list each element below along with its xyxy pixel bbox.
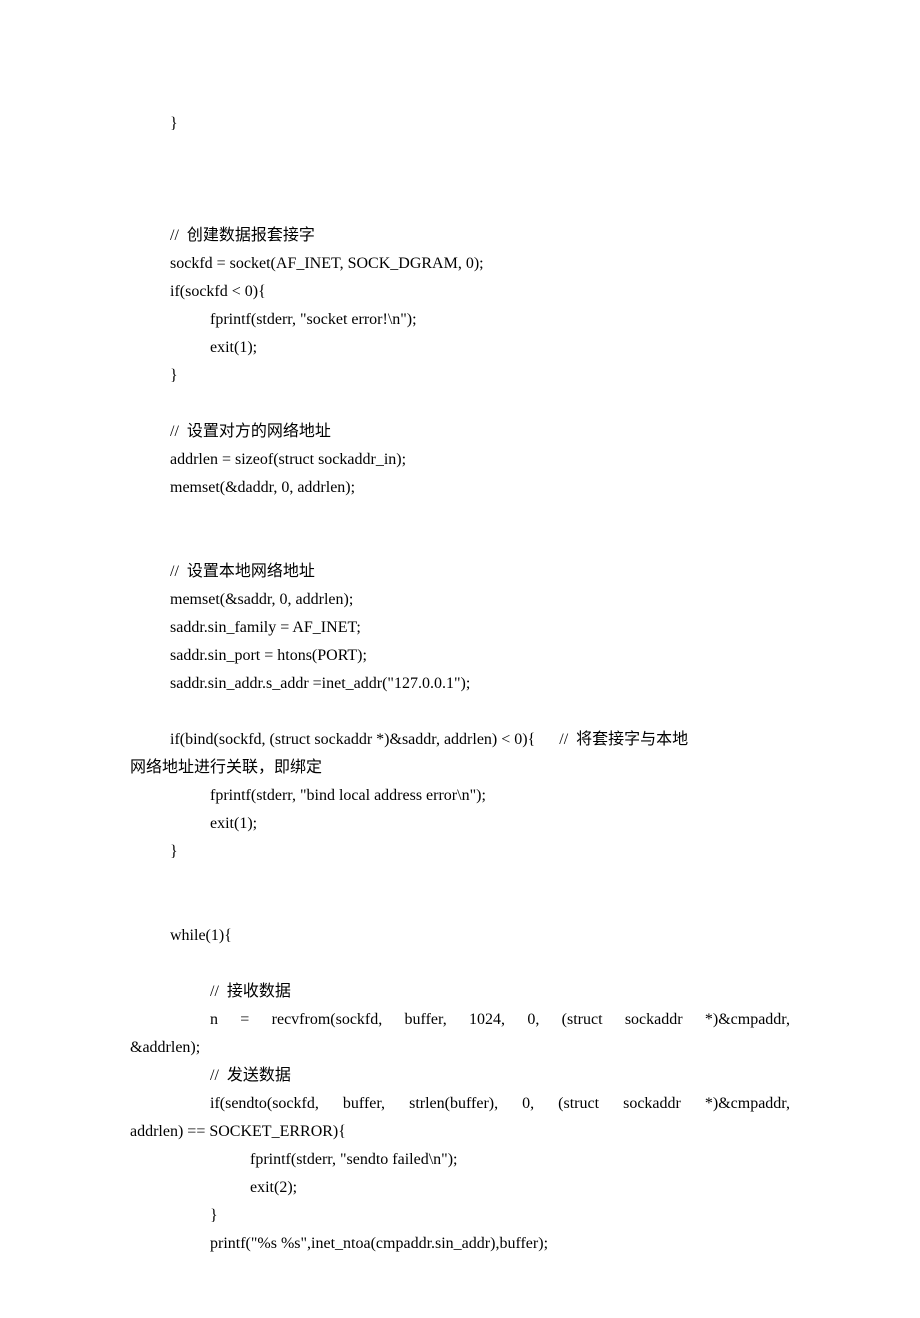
code-line: fprintf(stderr, "sendto failed\n"); xyxy=(130,1146,790,1174)
code-line: } xyxy=(130,110,790,138)
code-line-wrap: 网络地址进行关联，即绑定 xyxy=(130,754,790,782)
blank-line xyxy=(130,502,790,530)
code-line: saddr.sin_family = AF_INET; xyxy=(130,614,790,642)
blank-line xyxy=(130,166,790,194)
code-comment: // 接收数据 xyxy=(130,978,790,1006)
code-line: fprintf(stderr, "socket error!\n"); xyxy=(130,306,790,334)
code-line: memset(&daddr, 0, addrlen); xyxy=(130,474,790,502)
blank-line xyxy=(130,194,790,222)
code-line: n = recvfrom(sockfd, buffer, 1024, 0, (s… xyxy=(130,1006,790,1034)
code-comment: // 设置本地网络地址 xyxy=(130,558,790,586)
code-comment: // 发送数据 xyxy=(130,1062,790,1090)
code-line: exit(2); xyxy=(130,1174,790,1202)
blank-line xyxy=(130,866,790,894)
code-line: while(1){ xyxy=(130,922,790,950)
code-line: if(bind(sockfd, (struct sockaddr *)&sadd… xyxy=(130,726,790,754)
blank-line xyxy=(130,390,790,418)
code-line: saddr.sin_addr.s_addr =inet_addr("127.0.… xyxy=(130,670,790,698)
code-line-wrap: &addrlen); xyxy=(130,1034,790,1062)
code-line: saddr.sin_port = htons(PORT); xyxy=(130,642,790,670)
document-page: } // 创建数据报套接字 sockfd = socket(AF_INET, S… xyxy=(0,0,920,1318)
blank-line xyxy=(130,950,790,978)
code-line: } xyxy=(130,838,790,866)
code-line: addrlen = sizeof(struct sockaddr_in); xyxy=(130,446,790,474)
code-line: sockfd = socket(AF_INET, SOCK_DGRAM, 0); xyxy=(130,250,790,278)
code-line: printf("%s %s",inet_ntoa(cmpaddr.sin_add… xyxy=(130,1230,790,1258)
code-line: if(sockfd < 0){ xyxy=(130,278,790,306)
blank-line xyxy=(130,698,790,726)
code-line: exit(1); xyxy=(130,810,790,838)
code-line-wrap: addrlen) == SOCKET_ERROR){ xyxy=(130,1118,790,1146)
code-comment: // 设置对方的网络地址 xyxy=(130,418,790,446)
code-comment: // 创建数据报套接字 xyxy=(130,222,790,250)
code-line: fprintf(stderr, "bind local address erro… xyxy=(130,782,790,810)
code-line: if(sendto(sockfd, buffer, strlen(buffer)… xyxy=(130,1090,790,1118)
code-line: } xyxy=(130,1202,790,1230)
blank-line xyxy=(130,894,790,922)
blank-line xyxy=(130,138,790,166)
code-line: exit(1); xyxy=(130,334,790,362)
code-line: } xyxy=(130,362,790,390)
blank-line xyxy=(130,530,790,558)
code-line: memset(&saddr, 0, addrlen); xyxy=(130,586,790,614)
